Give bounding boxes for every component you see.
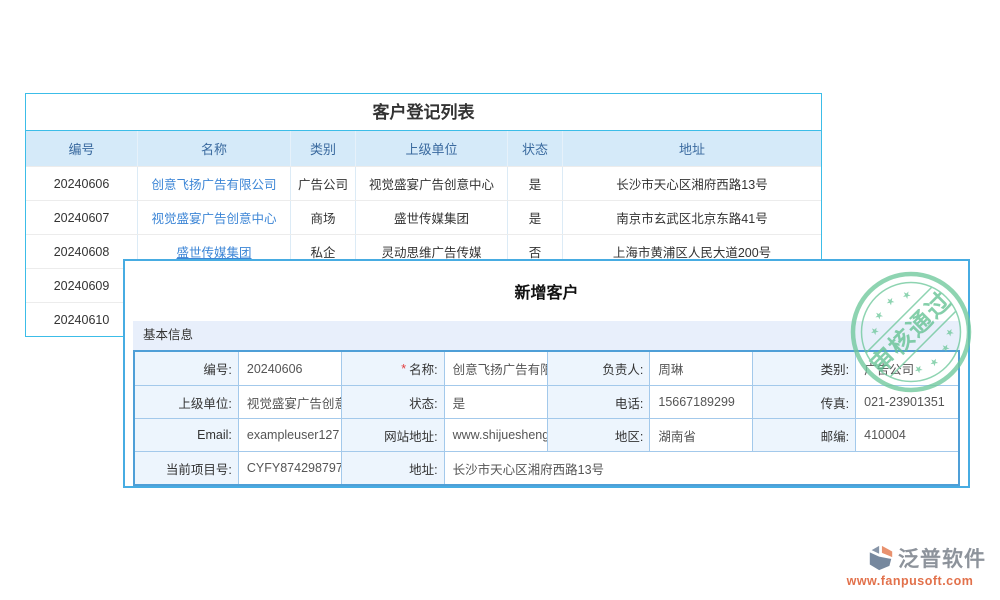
field-label-fax: 传真: bbox=[752, 385, 855, 418]
section-basic-info: 基本信息 bbox=[133, 321, 960, 350]
field-value-manager[interactable]: 周琳 bbox=[649, 352, 752, 385]
field-label-address: 地址: bbox=[341, 451, 444, 484]
field-label-website: 网站地址: bbox=[341, 418, 444, 451]
field-value-project[interactable]: CYFY8742987979 bbox=[238, 451, 341, 484]
brand-name: 泛普软件 bbox=[898, 543, 986, 573]
cell-id: 20240607 bbox=[26, 201, 138, 234]
cell-address: 长沙市天心区湘府西路13号 bbox=[563, 167, 821, 200]
field-value-region[interactable]: 湖南省 bbox=[649, 418, 752, 451]
cell-id: 20240610 bbox=[26, 303, 138, 336]
cell-category: 广告公司 bbox=[291, 167, 356, 200]
dialog-title: 新增客户 bbox=[125, 261, 968, 321]
field-value-website[interactable]: www.shijuesheng bbox=[444, 418, 547, 451]
col-header-name: 名称 bbox=[138, 131, 291, 166]
field-label-name: *名称: bbox=[341, 352, 444, 385]
customer-name-link[interactable]: 创意飞扬广告有限公司 bbox=[151, 174, 276, 193]
field-value-address[interactable]: 长沙市天心区湘府西路13号 bbox=[444, 451, 958, 484]
field-value-email[interactable]: exampleuser127 bbox=[238, 418, 341, 451]
col-header-parent: 上级单位 bbox=[356, 131, 508, 166]
field-label-manager: 负责人: bbox=[547, 352, 650, 385]
field-label-region: 地区: bbox=[547, 418, 650, 451]
cell-id: 20240606 bbox=[26, 167, 138, 200]
col-header-status: 状态 bbox=[508, 131, 563, 166]
required-mark: * bbox=[401, 362, 406, 376]
field-label-email: Email: bbox=[135, 418, 238, 451]
field-label-id: 编号: bbox=[135, 352, 238, 385]
col-header-category: 类别 bbox=[291, 131, 356, 166]
cell-parent: 盛世传媒集团 bbox=[356, 201, 508, 234]
field-value-name[interactable]: 创意飞扬广告有限 bbox=[444, 352, 547, 385]
cell-status: 是 bbox=[508, 167, 563, 200]
field-value-zipcode[interactable]: 410004 bbox=[855, 418, 958, 451]
field-label-category: 类别: bbox=[752, 352, 855, 385]
add-customer-dialog: 新增客户 基本信息 编号: 20240606 *名称: 创意飞扬广告有限 负责人… bbox=[123, 259, 970, 488]
customer-form: 编号: 20240606 *名称: 创意飞扬广告有限 负责人: 周琳 类别: 广… bbox=[133, 350, 960, 486]
field-value-phone[interactable]: 15667189299 bbox=[649, 385, 752, 418]
col-header-id: 编号 bbox=[26, 131, 138, 166]
brand-footer: 泛普软件 www.fanpusoft.com bbox=[834, 543, 986, 588]
cell-category: 商场 bbox=[291, 201, 356, 234]
field-label-parent: 上级单位: bbox=[135, 385, 238, 418]
cell-id: 20240609 bbox=[26, 269, 138, 302]
field-value-id[interactable]: 20240606 bbox=[238, 352, 341, 385]
customer-name-link[interactable]: 视觉盛宴广告创意中心 bbox=[151, 208, 276, 227]
field-label-phone: 电话: bbox=[547, 385, 650, 418]
table-row: 20240606 创意飞扬广告有限公司 广告公司 视觉盛宴广告创意中心 是 长沙… bbox=[26, 166, 821, 200]
field-value-category[interactable]: 广告公司 bbox=[855, 352, 958, 385]
brand-url[interactable]: www.fanpusoft.com bbox=[834, 574, 986, 588]
field-label-project: 当前项目号: bbox=[135, 451, 238, 484]
field-value-status[interactable]: 是 bbox=[444, 385, 547, 418]
table-row: 20240607 视觉盛宴广告创意中心 商场 盛世传媒集团 是 南京市玄武区北京… bbox=[26, 200, 821, 234]
field-value-fax[interactable]: 021-23901351 bbox=[855, 385, 958, 418]
cell-status: 是 bbox=[508, 201, 563, 234]
table-title: 客户登记列表 bbox=[26, 94, 821, 131]
fanpu-logo-icon bbox=[867, 544, 895, 572]
cell-parent: 视觉盛宴广告创意中心 bbox=[356, 167, 508, 200]
col-header-address: 地址 bbox=[563, 131, 821, 166]
field-label-status: 状态: bbox=[341, 385, 444, 418]
table-header-row: 编号 名称 类别 上级单位 状态 地址 bbox=[26, 131, 821, 166]
cell-address: 南京市玄武区北京东路41号 bbox=[563, 201, 821, 234]
field-label-zipcode: 邮编: bbox=[752, 418, 855, 451]
field-value-parent[interactable]: 视觉盛宴广告创意 bbox=[238, 385, 341, 418]
cell-id: 20240608 bbox=[26, 235, 138, 268]
